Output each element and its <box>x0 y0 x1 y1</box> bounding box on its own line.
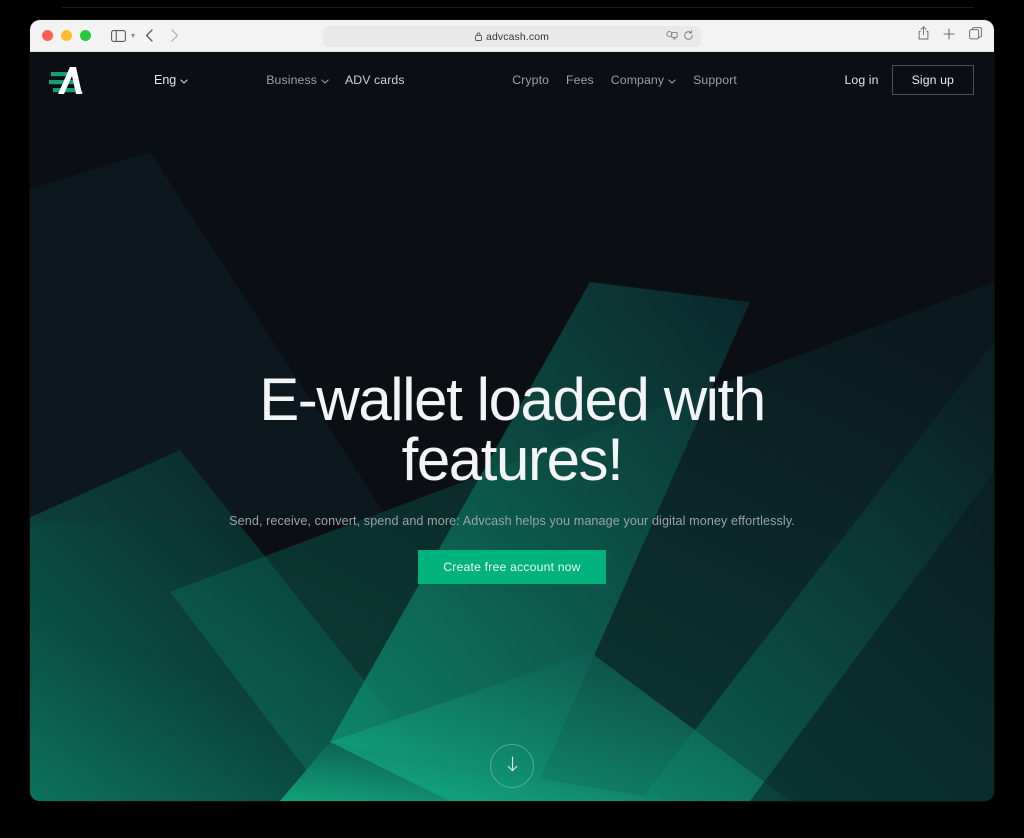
chevron-down-icon <box>180 73 188 87</box>
browser-window: ▾ advcash.com Eng Business ADV cards Cry… <box>30 20 994 801</box>
nav-item-support[interactable]: Support <box>693 73 737 87</box>
nav-item-crypto[interactable]: Crypto <box>512 73 549 87</box>
chevron-down-icon <box>668 73 676 87</box>
screen: ▾ advcash.com Eng Business ADV cards Cry… <box>0 0 1024 838</box>
page-viewport: Eng Business ADV cards Crypto Fees Compa… <box>30 52 994 801</box>
tab-overview-icon[interactable] <box>969 26 982 45</box>
signup-button[interactable]: Sign up <box>891 64 974 96</box>
nav-item-adv-cards[interactable]: ADV cards <box>345 73 405 87</box>
advcash-logo[interactable] <box>48 63 88 97</box>
reload-icon[interactable] <box>683 28 694 46</box>
nav-item-label: ADV cards <box>344 73 405 87</box>
toolbar-right-group <box>918 26 982 45</box>
nav-item-business[interactable]: Business <box>266 73 329 87</box>
nav-item-company[interactable]: Company <box>611 73 676 87</box>
chevron-down-icon <box>321 73 329 87</box>
nav-item-label: Company <box>610 73 665 87</box>
toolbar-left-group: ▾ <box>107 26 185 46</box>
hero-subtitle: Send, receive, convert, spend and more: … <box>229 514 795 528</box>
login-link[interactable]: Log in <box>844 73 878 87</box>
nav-item-label: Support <box>693 73 737 87</box>
nav-secondary: Crypto Fees Company Support <box>512 73 737 87</box>
close-window-button[interactable] <box>42 30 53 41</box>
site-header: Eng Business ADV cards Crypto Fees Compa… <box>30 52 994 108</box>
window-controls[interactable] <box>42 30 91 41</box>
address-bar[interactable]: advcash.com <box>323 26 701 47</box>
share-icon[interactable] <box>918 26 929 45</box>
maximize-window-button[interactable] <box>80 30 91 41</box>
hero-section: E-wallet loaded with features! Send, rec… <box>30 108 994 585</box>
language-label: Eng <box>154 73 177 87</box>
sidebar-toggle-icon[interactable] <box>107 26 129 46</box>
extensions-icon[interactable] <box>666 28 678 46</box>
browser-toolbar: ▾ advcash.com <box>30 20 994 52</box>
scroll-down-button[interactable] <box>490 744 534 788</box>
nav-item-label: Fees <box>566 73 594 87</box>
auth-actions: Log in Sign up <box>844 64 974 96</box>
back-arrow-icon[interactable] <box>138 26 160 46</box>
nav-primary: Business ADV cards <box>266 73 404 87</box>
create-free-account-button[interactable]: Create free account now <box>418 550 606 585</box>
address-bar-right-icons <box>666 26 694 47</box>
sidebar-chevron-down-icon[interactable]: ▾ <box>131 31 135 40</box>
page-title: E-wallet loaded with features! <box>259 366 766 493</box>
top-hairline <box>62 7 974 8</box>
lock-icon <box>475 28 482 46</box>
forward-arrow-icon[interactable] <box>163 26 185 46</box>
nav-item-label: Crypto <box>512 73 550 87</box>
nav-item-fees[interactable]: Fees <box>566 73 594 87</box>
nav-item-label: Business <box>266 73 317 87</box>
nav-left: Eng Business ADV cards <box>154 73 405 87</box>
url-text: advcash.com <box>486 30 549 43</box>
language-selector[interactable]: Eng <box>154 73 188 87</box>
arrow-down-icon <box>506 756 519 777</box>
minimize-window-button[interactable] <box>61 30 72 41</box>
plus-icon[interactable] <box>943 27 955 45</box>
